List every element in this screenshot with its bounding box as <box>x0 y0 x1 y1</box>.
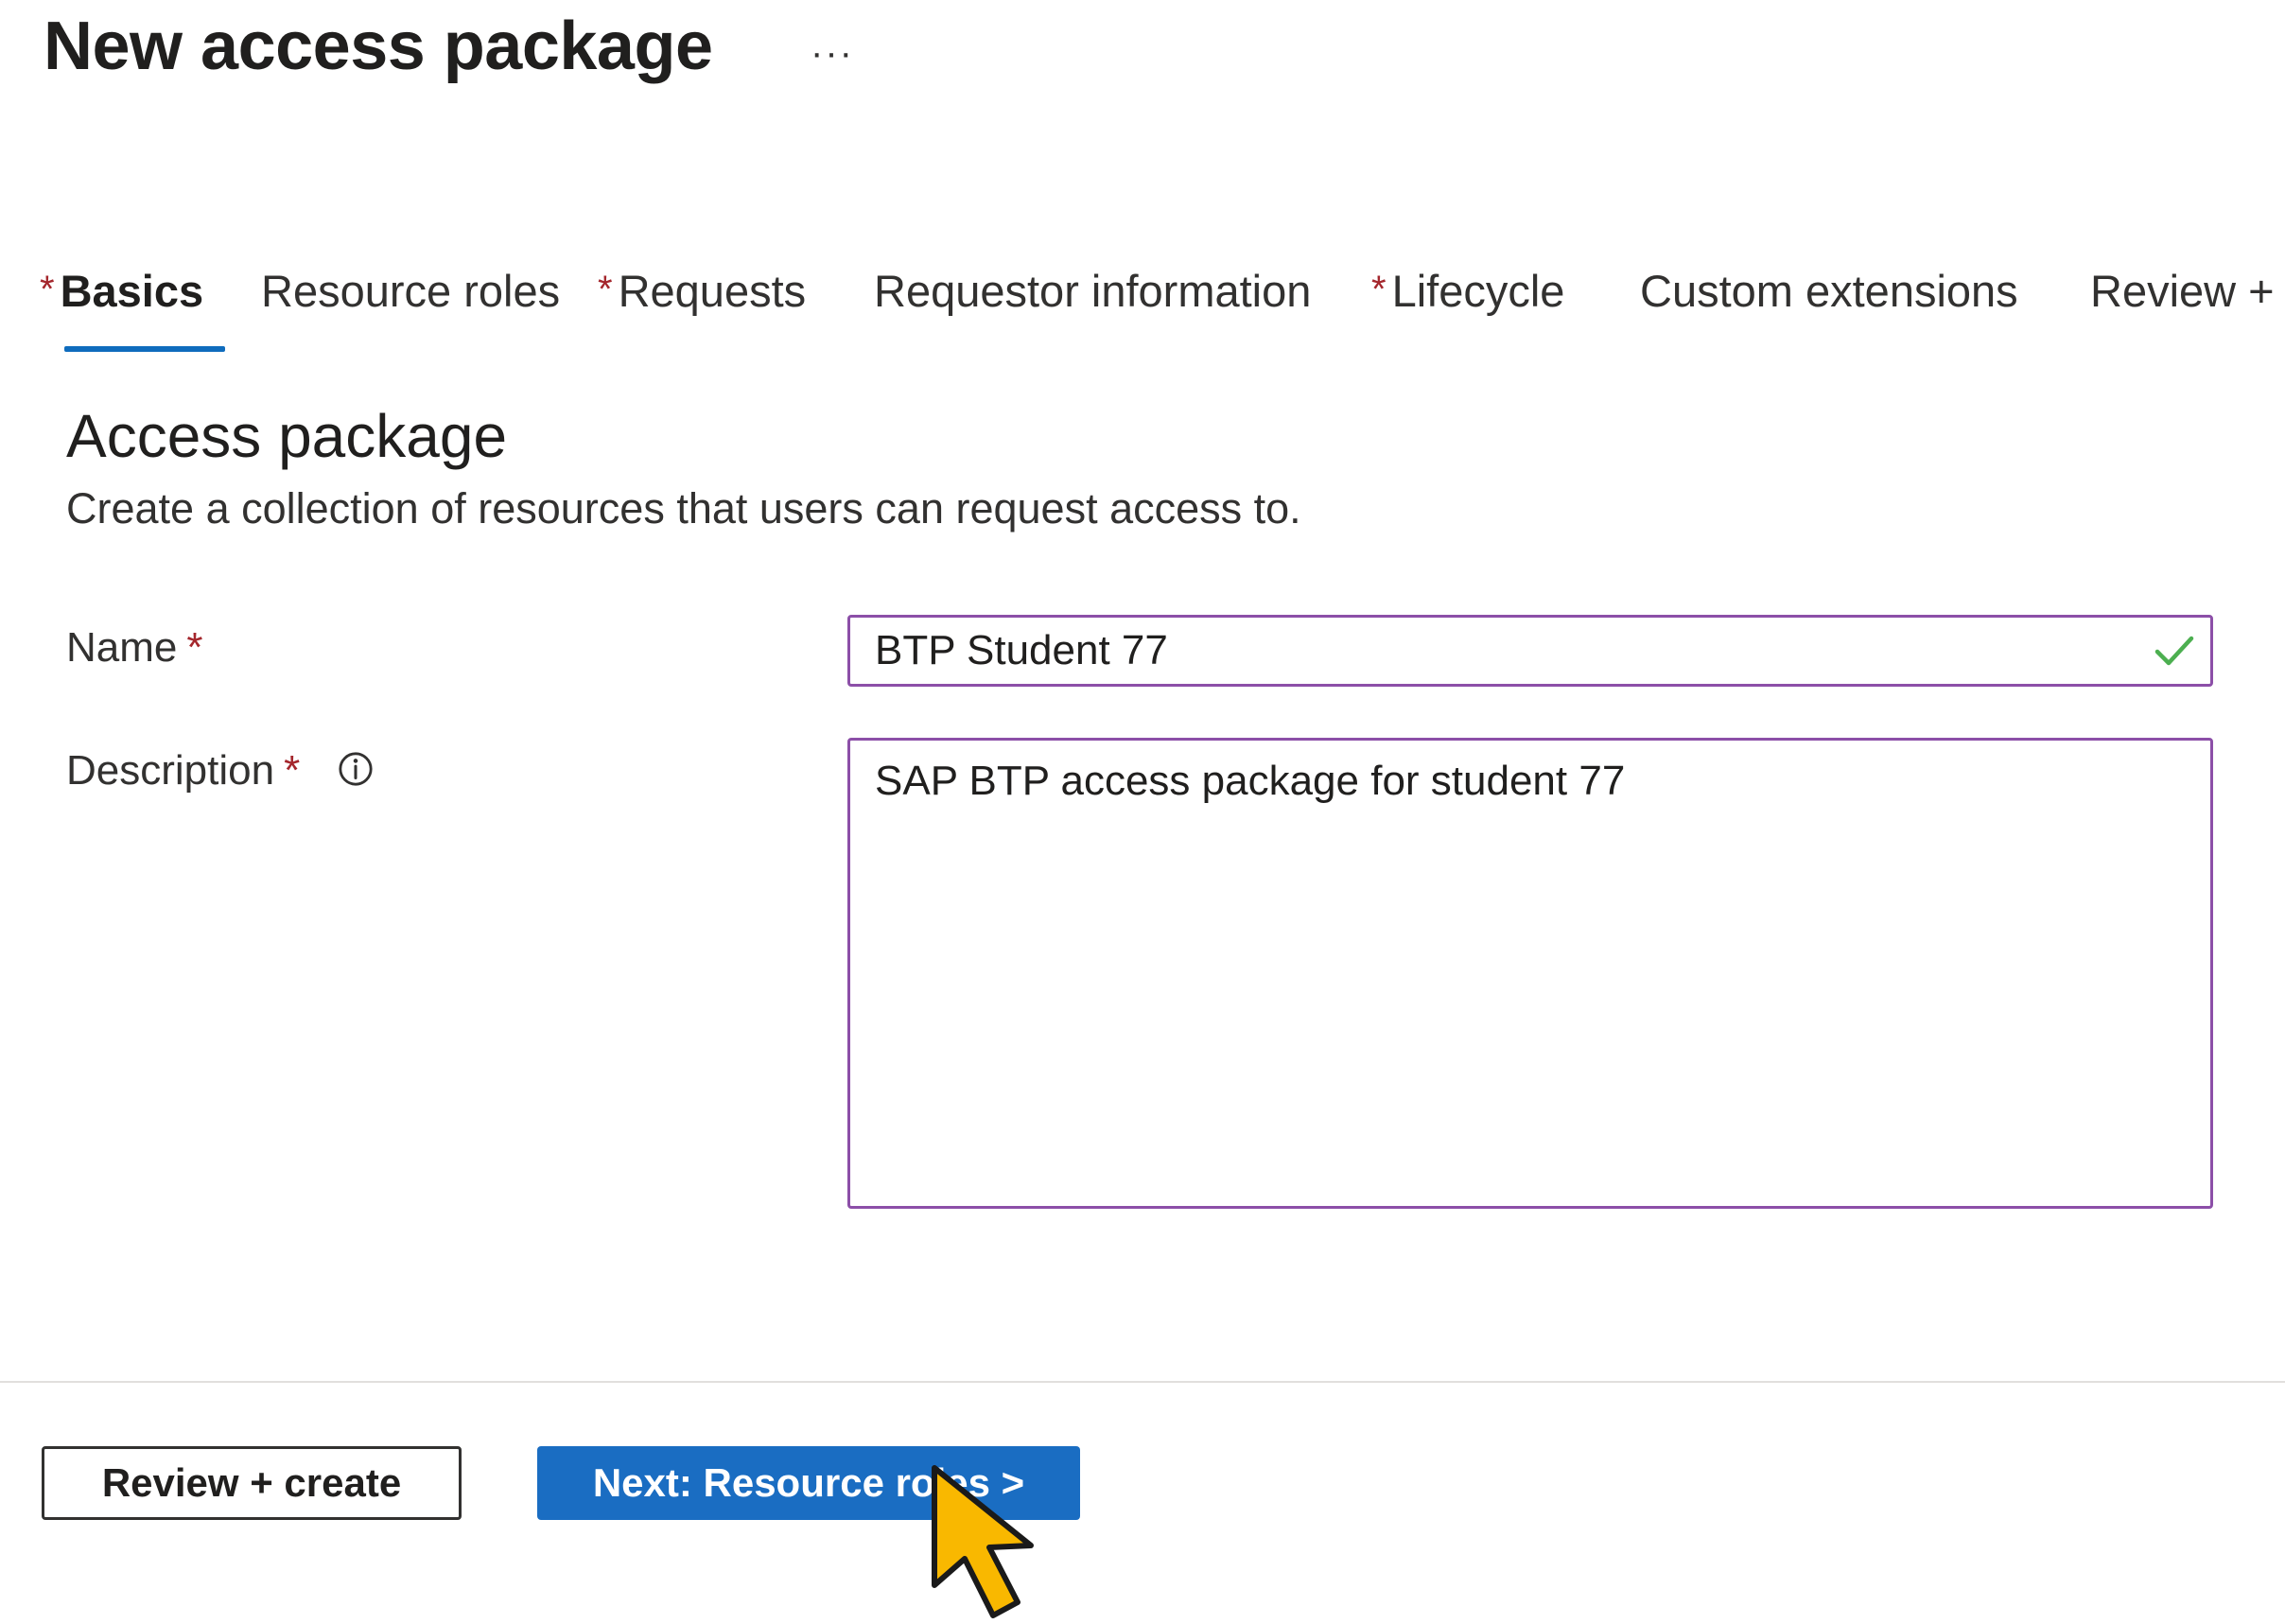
tab-resource-roles[interactable]: Resource roles <box>261 265 560 359</box>
section-description: Create a collection of resources that us… <box>66 484 1301 533</box>
info-icon[interactable] <box>338 751 374 787</box>
tab-label: Resource roles <box>261 266 561 316</box>
tab-label: Requests <box>618 266 807 316</box>
name-input[interactable] <box>847 615 2213 687</box>
mouse-pointer-icon <box>932 1465 1034 1618</box>
more-options-button[interactable]: ··· <box>802 23 863 83</box>
required-marker: * <box>40 269 55 310</box>
page-title: New access package <box>44 9 713 84</box>
tab-label: Requestor information <box>874 266 1312 316</box>
wizard-tabs: * Basics Resource roles * Requests Request… <box>40 265 2285 359</box>
tab-custom-extensions[interactable]: Custom extensions <box>1640 265 2018 359</box>
description-label: Description * <box>66 747 374 795</box>
review-create-button[interactable]: Review + create <box>42 1446 462 1520</box>
footer-divider <box>0 1381 2285 1383</box>
tab-label: Review + c <box>2090 266 2285 316</box>
required-marker: * <box>186 624 203 671</box>
checkmark-icon <box>2154 636 2194 666</box>
tab-review-create[interactable]: Review + c <box>2090 265 2285 359</box>
page: New access package ··· * Basics Resource … <box>0 0 2285 1624</box>
active-tab-indicator <box>64 346 225 352</box>
required-marker: * <box>598 269 613 310</box>
more-icon: ··· <box>811 31 854 74</box>
description-label-text: Description <box>66 747 275 794</box>
required-marker: * <box>284 747 301 794</box>
tab-label: Basics <box>60 266 204 316</box>
tab-basics[interactable]: * Basics <box>40 265 225 359</box>
tab-requestor-information[interactable]: Requestor information <box>874 265 1311 359</box>
tab-label: Custom extensions <box>1640 266 2018 316</box>
required-marker: * <box>1371 269 1387 310</box>
tab-label: Lifecycle <box>1391 266 1565 316</box>
section-title: Access package <box>66 402 508 470</box>
tab-requests[interactable]: * Requests <box>598 265 806 359</box>
name-label-text: Name <box>66 624 178 671</box>
tab-lifecycle[interactable]: * Lifecycle <box>1371 265 1564 359</box>
name-label: Name * <box>66 624 203 672</box>
description-textarea[interactable]: SAP BTP access package for student 77 <box>847 738 2213 1209</box>
